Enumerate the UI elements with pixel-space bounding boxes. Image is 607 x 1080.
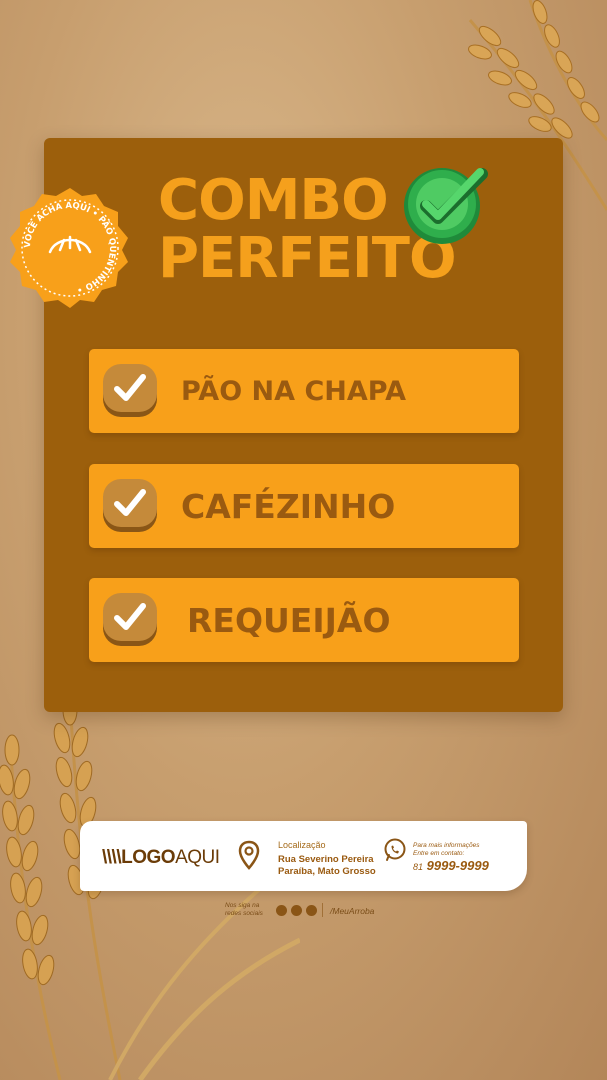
green-check-icon [404, 168, 488, 244]
social-handle: /MeuArroba [330, 906, 375, 916]
check-icon [103, 479, 157, 532]
check-icon [103, 593, 157, 646]
whatsapp-icon [384, 838, 406, 861]
item-label: PÃO NA CHAPA [181, 375, 406, 407]
combo-item-pao-na-chapa: PÃO NA CHAPA [89, 349, 519, 433]
contact-info-line2: Entre em contato: [413, 850, 465, 857]
combo-item-cafezinho: CAFÉZINHO [89, 464, 519, 548]
contact-info-line1: Para mais informações [413, 842, 480, 849]
phone-number: 81 9999-9999 [413, 858, 489, 873]
location-address-line1: Rua Severino Pereira [278, 854, 374, 865]
social-divider [322, 903, 323, 917]
social-follow-line2: redes sociais [225, 910, 263, 917]
facebook-icon[interactable] [291, 905, 302, 916]
seal-badge: VOCÊ ACHA AQUI • PÃO QUENTINHO • [10, 188, 128, 308]
location-pin-icon [238, 840, 260, 870]
location-title: Localização [278, 840, 326, 850]
check-icon [103, 364, 157, 417]
footer-card: \\\\LOGOAQUI Localização Rua Severino Pe… [80, 821, 527, 891]
location-address-line2: Paraíba, Mato Grosso [278, 866, 376, 877]
youtube-icon[interactable] [306, 905, 317, 916]
item-label: REQUEIJÃO [187, 600, 391, 640]
combo-item-requeijao: REQUEIJÃO [89, 578, 519, 662]
logo: \\\\LOGOAQUI [102, 847, 220, 868]
social-icons [276, 905, 317, 916]
social-follow-line1: Nos siga na [225, 902, 260, 909]
instagram-icon[interactable] [276, 905, 287, 916]
item-label: CAFÉZINHO [181, 486, 396, 526]
